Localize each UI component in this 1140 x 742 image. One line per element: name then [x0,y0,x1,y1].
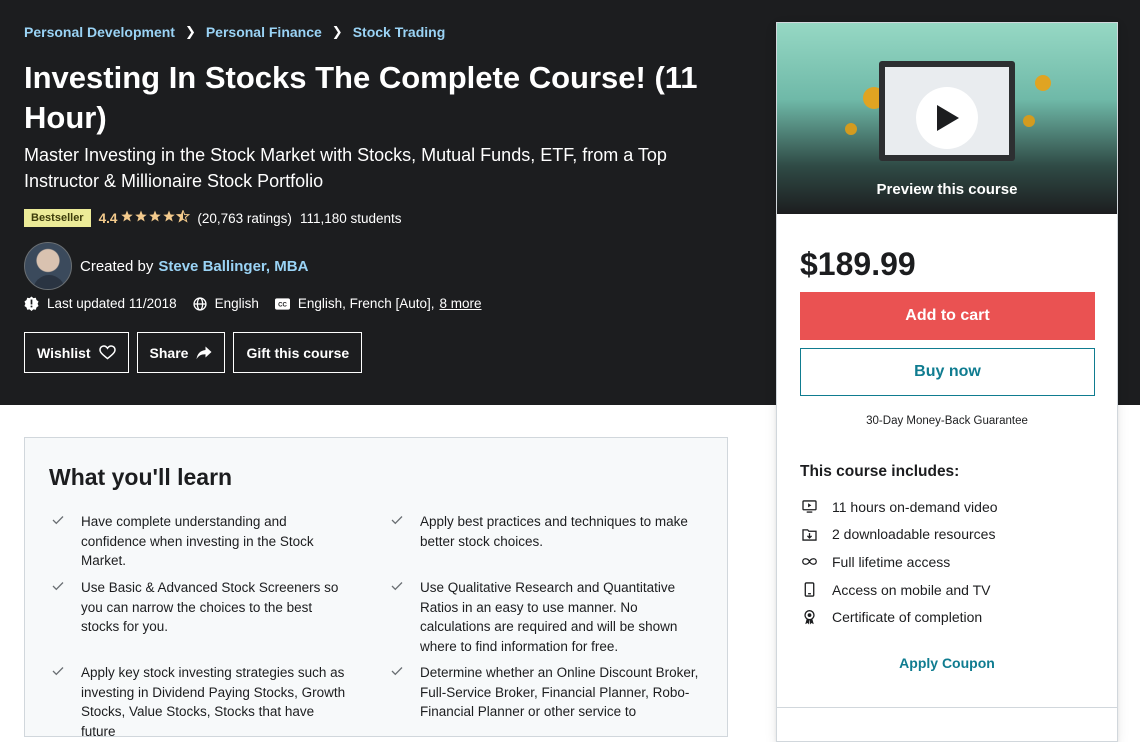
apply-coupon-button[interactable]: Apply Coupon [777,655,1117,671]
course-price: $189.99 [800,246,916,282]
check-icon [388,663,406,722]
star-rating-icon [121,209,191,226]
coin-graphic [845,123,857,135]
heart-icon [98,345,116,360]
last-updated: Last updated 11/2018 [24,296,177,311]
chevron-right-icon: ❯ [184,24,196,39]
infinity-icon [800,557,818,566]
wishlist-label: Wishlist [37,344,91,361]
last-updated-text: Last updated 11/2018 [47,296,177,311]
creator-row: Created by Steve Ballinger, MBA [24,242,308,290]
course-title: Investing In Stocks The Complete Course!… [24,60,698,135]
includes-item: 11 hours on-demand video [800,493,998,521]
check-icon [49,512,67,571]
divider [777,707,1117,708]
buy-now-button[interactable]: Buy now [800,348,1095,396]
learn-item: Apply best practices and techniques to m… [388,512,708,551]
learn-item: Determine whether an Online Discount Bro… [388,663,708,722]
captions-more-link[interactable]: 8 more [439,296,481,311]
learn-item: Use Qualitative Research and Quantitativ… [388,578,708,656]
gift-course-button[interactable]: Gift this course [233,332,363,373]
captions-text: English, French [Auto], [297,296,435,311]
share-button[interactable]: Share [136,332,226,373]
breadcrumb-link-stock-trading[interactable]: Stock Trading [353,24,446,40]
learn-item-text: Apply key stock investing strategies suc… [81,665,346,739]
includes-item-label: Certificate of completion [832,609,983,626]
add-to-cart-button[interactable]: Add to cart [800,292,1095,340]
includes-title: This course includes: [800,463,960,480]
includes-item-label: 11 hours on-demand video [832,498,998,515]
share-label: Share [149,344,189,361]
course-subtitle: Master Investing in the Stock Market wit… [24,145,667,191]
created-by-label: Created by [80,257,154,275]
check-icon [49,663,67,741]
video-icon [800,500,818,514]
learn-item: Use Basic & Advanced Stock Screeners so … [49,578,349,637]
learn-item-text: Use Qualitative Research and Quantitativ… [420,580,678,654]
check-icon [49,578,67,637]
globe-icon [193,296,207,311]
coin-graphic [1023,115,1035,127]
learn-item-text: Apply best practices and techniques to m… [420,514,688,549]
includes-item: Certificate of completion [800,603,998,631]
includes-item-label: Full lifetime access [832,553,951,570]
learn-item: Have complete understanding and confiden… [49,512,349,571]
closed-captions-icon: CC [274,297,290,310]
rating-row: Bestseller 4.4 (20,763 ratings) 111,180 … [24,209,402,227]
mobile-icon [800,582,818,597]
purchase-sidebar: Preview this course $189.99 Add to cart … [776,22,1118,742]
wishlist-button[interactable]: Wishlist [24,332,129,373]
chevron-right-icon: ❯ [331,24,343,39]
svg-text:CC: CC [278,301,287,308]
students-count: 111,180 students [299,210,402,226]
includes-item-label: Access on mobile and TV [832,581,991,598]
course-meta-row: Last updated 11/2018 English CC English,… [24,296,498,311]
coin-graphic [1035,75,1051,91]
download-icon [800,528,818,541]
captions: CC English, French [Auto], 8 more [274,296,482,311]
breadcrumb-link-personal-finance[interactable]: Personal Finance [206,24,322,40]
includes-item: Full lifetime access [800,548,998,576]
includes-list: 11 hours on-demand video 2 downloadable … [800,493,998,631]
action-buttons: Wishlist Share Gift this course [24,332,370,373]
alert-badge-icon [24,296,39,311]
language-text: English [214,296,259,311]
breadcrumb-link-personal-development[interactable]: Personal Development [24,24,175,40]
preview-label: Preview this course [876,181,1018,198]
ratings-count-link[interactable]: (20,763 ratings) [197,211,292,226]
check-icon [388,512,406,551]
instructor-avatar[interactable] [24,242,72,290]
learn-title: What you'll learn [49,464,233,490]
certificate-icon [800,609,818,625]
includes-item-label: 2 downloadable resources [832,526,996,543]
learn-item-text: Use Basic & Advanced Stock Screeners so … [81,580,339,634]
money-back-guarantee: 30-Day Money-Back Guarantee [866,415,1028,427]
learn-item-text: Determine whether an Online Discount Bro… [420,665,699,719]
what-you-will-learn-panel: What you'll learn Have complete understa… [24,437,728,739]
language: English [193,296,259,311]
includes-item: Access on mobile and TV [800,576,998,604]
rating-value: 4.4 [98,210,118,226]
breadcrumb: Personal Development ❯ Personal Finance … [24,24,445,40]
share-arrow-icon [196,346,212,360]
learn-item: Apply key stock investing strategies suc… [49,663,349,741]
play-button-icon[interactable] [916,87,978,149]
instructor-link[interactable]: Steve Ballinger, MBA [158,258,308,275]
check-icon [388,578,406,656]
learn-item-text: Have complete understanding and confiden… [81,514,314,568]
course-preview[interactable]: Preview this course [777,23,1117,214]
bestseller-badge: Bestseller [24,209,91,227]
includes-item: 2 downloadable resources [800,521,998,549]
